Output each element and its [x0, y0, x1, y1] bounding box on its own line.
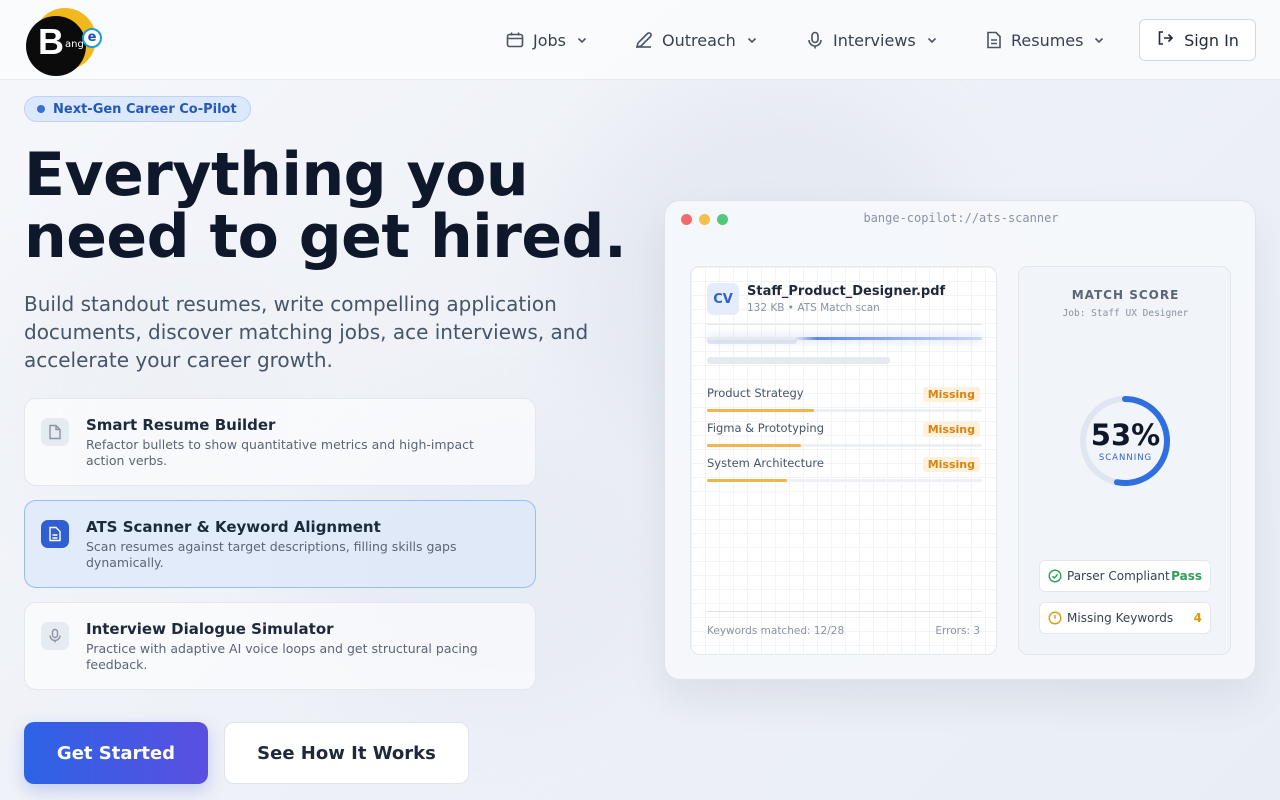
calendar-icon	[505, 30, 525, 50]
feature-description: Scan resumes against target descriptions…	[86, 539, 457, 570]
keyword-progress-fill	[707, 409, 815, 412]
brand-logo[interactable]: B ang e	[26, 8, 106, 76]
keyword-row: System Architecture Missing	[707, 456, 982, 486]
badge-dot-icon	[37, 105, 45, 113]
feature-description: Refactor bullets to show quantitative me…	[86, 437, 474, 468]
match-score-job: Job: Staff UX Designer	[1062, 308, 1189, 319]
tagline-text: Next-Gen Career Co-Pilot	[53, 101, 237, 117]
hero-title: Everything you need to get hired.	[24, 140, 627, 272]
nav-item-interviews[interactable]: Interviews	[805, 26, 938, 54]
feature-title: ATS Scanner & Keyword Alignment	[86, 518, 381, 536]
keyword-name: Product Strategy	[707, 386, 804, 400]
feature-card-resume-builder[interactable]: Smart Resume Builder Refactor bullets to…	[24, 398, 536, 486]
scan-document-icon	[41, 520, 69, 548]
feature-card-ats-scanner[interactable]: ATS Scanner & Keyword Alignment Scan res…	[24, 500, 536, 588]
keyword-progress-track	[707, 479, 982, 482]
nav-item-jobs[interactable]: Jobs	[505, 26, 588, 54]
stat-label: Parser Compliant	[1067, 569, 1170, 583]
keywords-matched: Keywords matched: 12/28	[707, 625, 845, 637]
feature-title: Smart Resume Builder	[86, 416, 276, 434]
window-url: bange-copilot://ats-scanner	[863, 211, 1059, 225]
logo-small-text: ang	[65, 39, 84, 50]
chevron-down-icon	[926, 34, 938, 46]
stat-label: Missing Keywords	[1067, 611, 1174, 625]
keyword-row: Figma & Prototyping Missing	[707, 421, 982, 451]
cv-badge: CV	[707, 283, 739, 315]
feature-title: Interview Dialogue Simulator	[86, 620, 334, 638]
match-score-value: 53%	[1090, 418, 1161, 452]
skeleton-line	[707, 357, 890, 364]
match-score-panel: MATCH SCORE Job: Staff UX Designer 53% S…	[1018, 266, 1231, 655]
ats-scanner-mockup: bange-copilot://ats-scanner CV Staff_Pro…	[664, 200, 1256, 680]
nav-item-resumes[interactable]: Resumes	[985, 26, 1105, 54]
nav-label: Resumes	[1011, 30, 1084, 50]
document-filename: Staff_Product_Designer.pdf	[747, 284, 946, 299]
chevron-down-icon	[746, 34, 758, 46]
parser-compliant-stat: Parser Compliant Pass	[1039, 560, 1211, 592]
hero-subtitle: Build standout resumes, write compelling…	[24, 292, 589, 372]
microphone-icon	[805, 30, 825, 50]
sign-in-button[interactable]: Sign In	[1139, 19, 1256, 61]
see-how-it-works-button[interactable]: See How It Works	[224, 722, 469, 784]
chevron-down-icon	[1093, 34, 1105, 46]
chevron-down-icon	[576, 34, 588, 46]
divider	[707, 324, 982, 325]
keyword-row: Product Strategy Missing	[707, 386, 982, 416]
logo-badge: e	[82, 28, 102, 48]
nav-label: Outreach	[662, 30, 736, 50]
logo-letter: B	[38, 21, 64, 62]
pencil-icon	[634, 30, 654, 50]
feature-description: Practice with adaptive AI voice loops an…	[86, 641, 478, 672]
keyword-status-badge: Missing	[922, 422, 980, 437]
tagline-badge: Next-Gen Career Co-Pilot	[24, 96, 251, 122]
document-meta: 132 KB • ATS Match scan	[747, 302, 880, 314]
feature-card-interview-simulator[interactable]: Interview Dialogue Simulator Practice wi…	[24, 602, 536, 690]
check-circle-icon	[1048, 569, 1062, 583]
keyword-name: System Architecture	[707, 456, 824, 470]
microphone-icon	[41, 622, 69, 650]
nav-item-outreach[interactable]: Outreach	[634, 26, 758, 54]
warning-circle-icon	[1048, 611, 1062, 625]
keyword-progress-track	[707, 444, 982, 447]
keyword-progress-fill	[707, 479, 787, 482]
resume-document-panel: CV Staff_Product_Designer.pdf 132 KB • A…	[690, 266, 997, 655]
keyword-progress-track	[707, 409, 982, 412]
login-icon	[1156, 29, 1174, 51]
document-icon	[41, 418, 69, 446]
missing-keywords-stat: Missing Keywords 4	[1039, 602, 1211, 634]
stat-value: Pass	[1171, 569, 1202, 583]
sign-in-label: Sign In	[1184, 30, 1239, 50]
divider	[707, 611, 982, 612]
keyword-progress-fill	[707, 444, 801, 447]
stat-value: 4	[1193, 611, 1202, 625]
errors-count: Errors: 3	[935, 625, 980, 637]
match-score-status: SCANNING	[1098, 453, 1153, 463]
keyword-status-badge: Missing	[922, 387, 980, 402]
document-icon	[985, 30, 1003, 50]
nav-label: Interviews	[833, 30, 916, 50]
keyword-name: Figma & Prototyping	[707, 421, 824, 435]
keyword-status-badge: Missing	[922, 457, 980, 472]
top-navbar: B ang e Jobs Outreach Interviews Resumes…	[0, 0, 1280, 80]
match-score-title: MATCH SCORE	[1071, 288, 1180, 302]
nav-label: Jobs	[533, 30, 566, 50]
scan-progress-line	[707, 337, 982, 340]
get-started-button[interactable]: Get Started	[24, 722, 208, 784]
